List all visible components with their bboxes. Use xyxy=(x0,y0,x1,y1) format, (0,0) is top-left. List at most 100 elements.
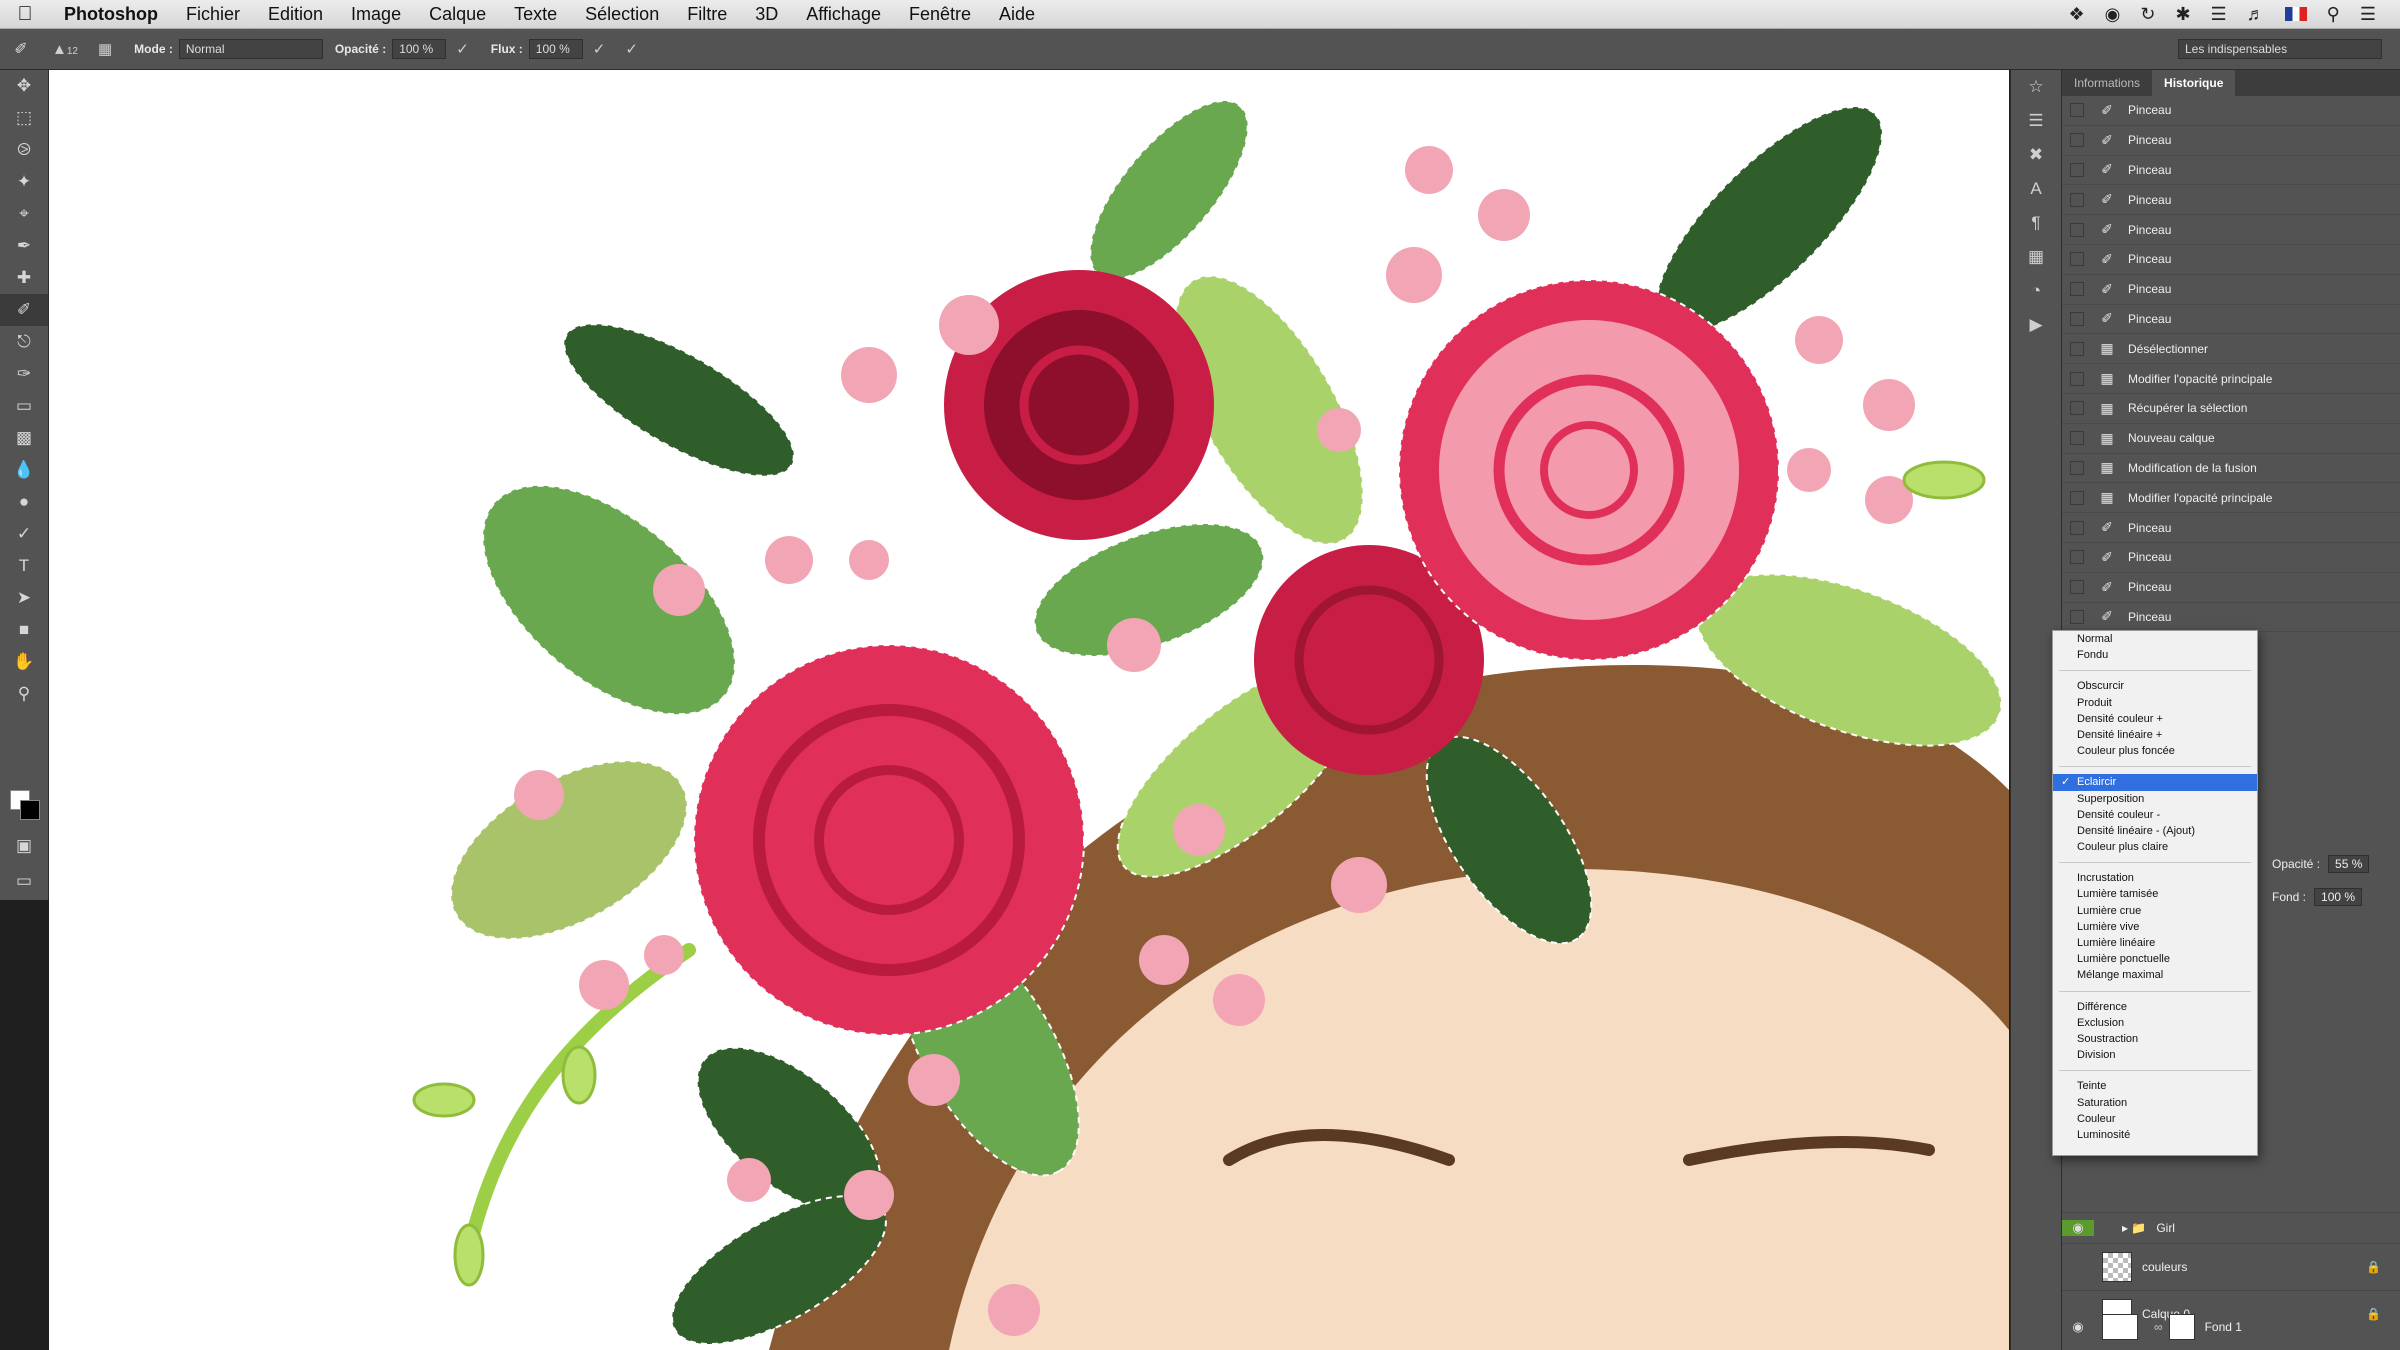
history-item[interactable]: ✐ Pinceau xyxy=(2062,603,2400,633)
blend-mode-option[interactable]: Teinte xyxy=(2053,1078,2257,1094)
color-panel-icon[interactable]: ◔ xyxy=(2011,274,2061,308)
history-snapshot-checkbox[interactable] xyxy=(2070,252,2084,267)
history-snapshot-checkbox[interactable] xyxy=(2070,460,2084,475)
character-panel-icon[interactable]: A xyxy=(2011,172,2061,206)
history-panel-icon[interactable]: ☆ xyxy=(2011,70,2061,104)
record-icon[interactable]: ◉ xyxy=(2105,4,2121,25)
blend-mode-option[interactable]: Lumière tamisée xyxy=(2053,886,2257,902)
menu-texte[interactable]: Texte xyxy=(500,4,571,25)
history-snapshot-checkbox[interactable] xyxy=(2070,282,2084,297)
zoom-tool-icon[interactable]: ⚲ xyxy=(0,678,48,710)
history-item[interactable]: ▦ Récupérer la sélection xyxy=(2062,394,2400,424)
menu-aide[interactable]: Aide xyxy=(985,4,1049,25)
blend-mode-option[interactable]: Densité couleur + xyxy=(2053,711,2257,727)
brush-tool-icon[interactable]: ✐ xyxy=(0,294,48,326)
history-item[interactable]: ✐ Pinceau xyxy=(2062,543,2400,573)
blend-mode-option[interactable]: Densité linéaire + xyxy=(2053,727,2257,743)
history-snapshot-checkbox[interactable] xyxy=(2070,162,2084,177)
blend-mode-option[interactable]: Exclusion xyxy=(2053,1015,2257,1031)
history-brush-tool-icon[interactable]: ✑ xyxy=(0,358,48,390)
menu-3d[interactable]: 3D xyxy=(741,4,792,25)
history-snapshot-checkbox[interactable] xyxy=(2070,490,2084,505)
history-item[interactable]: ▦ Modifier l'opacité principale xyxy=(2062,483,2400,514)
spotlight-search-icon[interactable]: ⚲ xyxy=(2327,4,2340,25)
layer-row-fond-1[interactable]: ◉ ∞ Fond 1 xyxy=(2062,1310,2400,1344)
history-item[interactable]: ▦ Modification de la fusion xyxy=(2062,454,2400,484)
history-snapshot-checkbox[interactable] xyxy=(2070,431,2084,446)
pressure-opacity-icon[interactable]: ✓ xyxy=(456,40,469,58)
history-item[interactable]: ✐ Pinceau xyxy=(2062,275,2400,305)
blend-mode-option[interactable]: Fondu xyxy=(2053,647,2257,663)
blend-mode-option[interactable]: Obscurcir xyxy=(2053,678,2257,694)
history-item[interactable]: ✐ Pinceau xyxy=(2062,96,2400,126)
stamp-tool-icon[interactable]: ⎋ xyxy=(0,326,48,358)
history-snapshot-checkbox[interactable] xyxy=(2070,520,2084,535)
tab-historique[interactable]: Historique xyxy=(2152,70,2236,96)
lasso-tool-icon[interactable]: ⧁ xyxy=(0,134,48,166)
history-item[interactable]: ✐ Pinceau xyxy=(2062,573,2400,603)
workspace-select[interactable]: Les indispensables xyxy=(2178,39,2382,59)
menu-app-name[interactable]: Photoshop xyxy=(50,4,172,25)
blend-mode-option[interactable]: Lumière ponctuelle xyxy=(2053,951,2257,967)
hand-tool-icon[interactable]: ✋ xyxy=(0,646,48,678)
bluetooth-icon[interactable]: ✱ xyxy=(2175,4,2190,25)
history-item[interactable]: ▦ Désélectionner xyxy=(2062,334,2400,365)
blend-mode-option[interactable]: Luminosité xyxy=(2053,1127,2257,1143)
layer-comps-icon[interactable]: ▦ xyxy=(2011,240,2061,274)
blend-mode-option[interactable]: Saturation xyxy=(2053,1095,2257,1111)
type-tool-icon[interactable]: T xyxy=(0,550,48,582)
history-item[interactable]: ✐ Pinceau xyxy=(2062,185,2400,216)
blend-mode-option[interactable]: Lumière crue xyxy=(2053,903,2257,919)
history-item[interactable]: ✐ Pinceau xyxy=(2062,245,2400,275)
gradient-tool-icon[interactable]: ▩ xyxy=(0,422,48,454)
menu-affichage[interactable]: Affichage xyxy=(792,4,895,25)
flow-input[interactable]: 100 % xyxy=(528,39,583,59)
brush-size-icon[interactable]: ▲12 xyxy=(52,41,78,58)
pen-tool-icon[interactable]: ✓ xyxy=(0,518,48,550)
blend-mode-option[interactable]: ✓ Eclaircir xyxy=(2053,774,2257,791)
actions-play-icon[interactable]: ▶ xyxy=(2011,308,2061,342)
move-tool-icon[interactable]: ✥ xyxy=(0,70,48,102)
history-item[interactable]: ✐ Pinceau xyxy=(2062,156,2400,186)
mode-select[interactable]: Normal xyxy=(178,39,323,59)
history-item[interactable]: ✐ Pinceau xyxy=(2062,305,2400,335)
blend-mode-option[interactable]: Superposition xyxy=(2053,791,2257,807)
magic-wand-tool-icon[interactable]: ✦ xyxy=(0,166,48,198)
volume-icon[interactable]: ♬ xyxy=(2247,4,2265,25)
blend-mode-option[interactable]: Soustraction xyxy=(2053,1031,2257,1047)
blend-mode-option[interactable]: Produit xyxy=(2053,695,2257,711)
tab-informations[interactable]: Informations xyxy=(2062,70,2152,96)
history-snapshot-checkbox[interactable] xyxy=(2070,609,2084,624)
history-snapshot-checkbox[interactable] xyxy=(2070,401,2084,416)
dodge-tool-icon[interactable]: ● xyxy=(0,486,48,518)
history-item[interactable]: ✐ Pinceau xyxy=(2062,126,2400,156)
blend-mode-option[interactable]: Couleur xyxy=(2053,1111,2257,1127)
menu-edition[interactable]: Edition xyxy=(254,4,337,25)
blend-mode-option[interactable]: Mélange maximal xyxy=(2053,967,2257,983)
menu-selection[interactable]: Sélection xyxy=(571,4,673,25)
input-flag-icon[interactable] xyxy=(2284,7,2307,21)
blend-mode-option[interactable]: Incrustation xyxy=(2053,870,2257,886)
history-snapshot-checkbox[interactable] xyxy=(2070,580,2084,595)
screen-mode-icon[interactable]: ▭ xyxy=(0,865,48,897)
history-snapshot-checkbox[interactable] xyxy=(2070,371,2084,386)
adjustments-panel-icon[interactable]: ☰ xyxy=(2011,104,2061,138)
eraser-tool-icon[interactable]: ▭ xyxy=(0,390,48,422)
history-snapshot-checkbox[interactable] xyxy=(2070,133,2084,148)
blend-mode-option[interactable]: Couleur plus claire xyxy=(2053,839,2257,855)
history-item[interactable]: ▦ Modifier l'opacité principale xyxy=(2062,364,2400,394)
blend-mode-option[interactable]: Densité linéaire - (Ajout) xyxy=(2053,823,2257,839)
menu-filtre[interactable]: Filtre xyxy=(673,4,741,25)
history-item[interactable]: ✐ Pinceau xyxy=(2062,215,2400,245)
dropbox-icon[interactable]: ❖ xyxy=(2068,4,2084,25)
history-snapshot-checkbox[interactable] xyxy=(2070,222,2084,237)
blend-mode-option[interactable]: Différence xyxy=(2053,999,2257,1015)
pressure-size-icon[interactable]: ✓ xyxy=(625,40,638,58)
time-machine-icon[interactable]: ↻ xyxy=(2140,4,2155,25)
menu-fichier[interactable]: Fichier xyxy=(172,4,254,25)
document-canvas[interactable] xyxy=(49,70,2009,1350)
blend-mode-option[interactable]: Couleur plus foncée xyxy=(2053,743,2257,759)
history-snapshot-checkbox[interactable] xyxy=(2070,341,2084,356)
blend-mode-option[interactable]: Division xyxy=(2053,1047,2257,1063)
blend-mode-option[interactable]: Normal xyxy=(2053,631,2257,647)
